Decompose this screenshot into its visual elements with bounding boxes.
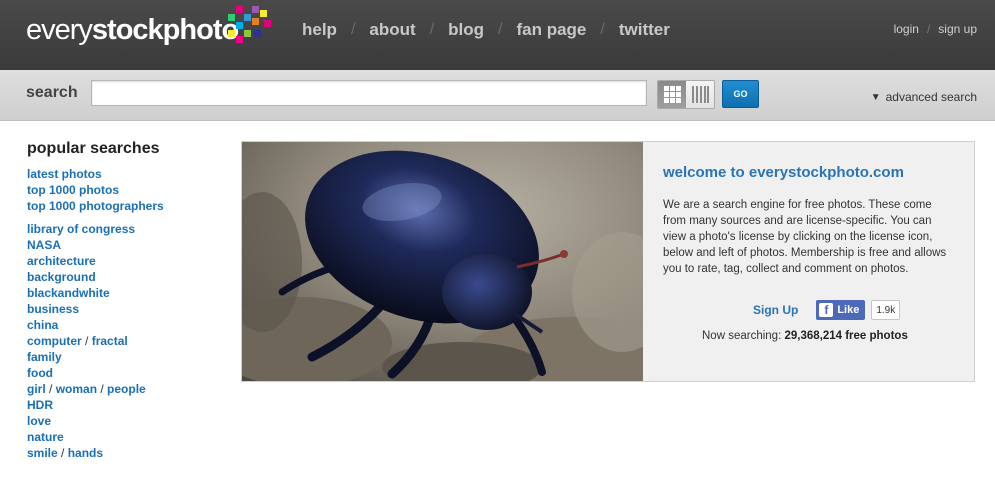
welcome-actions: Sign Up f Like 1.9k [753, 300, 901, 320]
nav-help[interactable]: help [302, 20, 337, 40]
link-blackandwhite[interactable]: blackandwhite [27, 286, 110, 300]
tag-separator: / [57, 446, 68, 460]
view-toggle [657, 80, 715, 109]
sidebar-title: popular searches [27, 140, 160, 157]
link-china[interactable]: china [27, 318, 58, 332]
nav-separator: / [429, 21, 435, 38]
facebook-like-label: Like [837, 304, 860, 316]
link-love[interactable]: love [27, 414, 51, 428]
signup-link[interactable]: sign up [938, 22, 977, 36]
account-separator: / [926, 22, 931, 36]
link-hands[interactable]: hands [68, 446, 103, 460]
welcome-description: We are a search engine for free photos. … [663, 199, 947, 275]
nav-separator: / [350, 21, 356, 38]
search-bar: search GO ▼ advanced search [0, 70, 995, 121]
link-nasa[interactable]: NASA [27, 238, 61, 252]
signup-button[interactable]: Sign Up [753, 303, 798, 317]
welcome-panel: welcome to everystockphoto.com We are a … [241, 141, 975, 382]
nav-separator: / [600, 21, 605, 38]
sidebar-group-top: latest photos top 1000 photos top 1000 p… [27, 166, 227, 214]
advanced-search-arrow-icon: ▼ [870, 91, 881, 103]
link-latest-photos[interactable]: latest photos [27, 167, 102, 181]
tag-separator: / [45, 382, 56, 396]
nav-twitter[interactable]: twitter [619, 20, 670, 40]
link-family[interactable]: family [27, 350, 62, 364]
link-nature[interactable]: nature [27, 430, 64, 444]
welcome-info: welcome to everystockphoto.com We are a … [663, 164, 957, 277]
advanced-search-label: advanced search [885, 90, 977, 104]
grid-view-button[interactable] [658, 81, 686, 108]
logo-pixels-icon [228, 6, 274, 46]
link-background[interactable]: background [27, 270, 96, 284]
link-top-1000-photographers[interactable]: top 1000 photographers [27, 199, 164, 213]
facebook-icon: f [819, 303, 834, 317]
login-link[interactable]: login [894, 22, 919, 36]
nav-about[interactable]: about [369, 20, 415, 40]
site-logo[interactable]: everystockphoto [26, 10, 239, 50]
link-top-1000-photos[interactable]: top 1000 photos [27, 183, 119, 197]
facebook-like-button[interactable]: f Like [816, 300, 866, 320]
link-hdr[interactable]: HDR [27, 398, 53, 412]
nav-fan-page[interactable]: fan page [516, 20, 586, 40]
tag-separator: / [97, 382, 108, 396]
facebook-like-count: 1.9k [871, 300, 901, 320]
column-view-button[interactable] [686, 81, 714, 108]
grid-view-icon [663, 86, 681, 103]
search-input[interactable] [91, 80, 647, 106]
beetle-photo-image [242, 142, 643, 381]
link-library-of-congress[interactable]: library of congress [27, 222, 135, 236]
top-bar: everystockphoto help / about / blog / fa… [0, 0, 995, 70]
link-woman[interactable]: woman [56, 382, 97, 396]
sidebar-group-tags: library of congress NASA architecture ba… [27, 221, 227, 461]
logo-text-stockphoto: stockphoto [91, 14, 239, 46]
now-searching-count: 29,368,214 free photos [784, 330, 908, 342]
link-girl[interactable]: girl [27, 382, 46, 396]
featured-photo[interactable] [242, 142, 643, 381]
column-view-icon [691, 86, 709, 103]
search-label: search [26, 84, 78, 101]
advanced-search-link[interactable]: ▼ advanced search [871, 90, 977, 104]
link-computer[interactable]: computer [27, 334, 82, 348]
account-links: login / sign up [894, 22, 977, 36]
go-button[interactable]: GO [722, 80, 759, 108]
link-food[interactable]: food [27, 366, 53, 380]
link-people[interactable]: people [107, 382, 146, 396]
popular-searches-sidebar: popular searches latest photos top 1000 … [27, 140, 227, 468]
nav-separator: / [498, 21, 503, 38]
welcome-title: welcome to everystockphoto.com [663, 164, 904, 181]
link-architecture[interactable]: architecture [27, 254, 96, 268]
tag-separator: / [81, 334, 92, 348]
link-fractal[interactable]: fractal [92, 334, 128, 348]
now-searching-stat: Now searching: 29,368,214 free photos [702, 330, 908, 342]
nav-blog[interactable]: blog [448, 20, 484, 40]
link-smile[interactable]: smile [27, 446, 58, 460]
link-business[interactable]: business [27, 302, 79, 316]
now-searching-label: Now searching: [702, 330, 782, 342]
logo-text-every: every [26, 14, 93, 46]
main-nav: help / about / blog / fan page / twitter [302, 18, 670, 42]
